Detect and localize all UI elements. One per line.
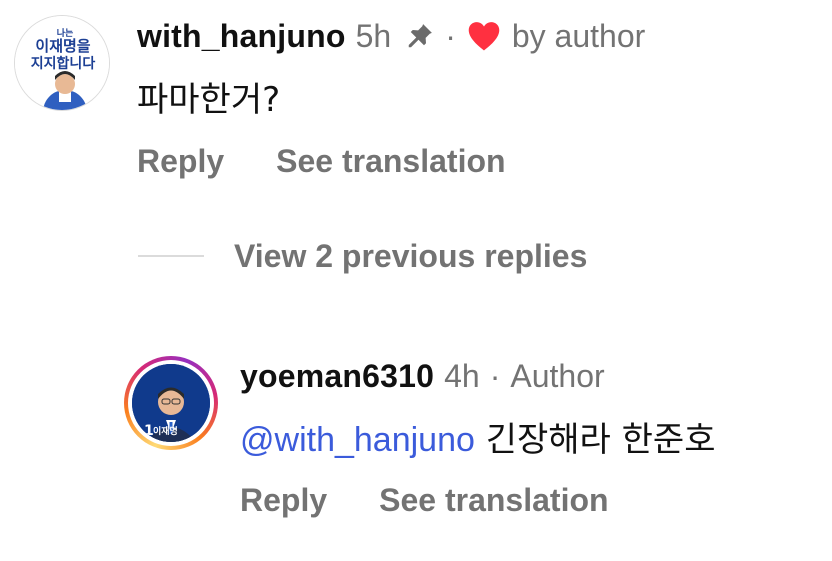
view-replies-label: View 2 previous replies [234,237,588,274]
avatar-badge-text: 이재명 [153,425,178,437]
commenter-avatar[interactable]: 나는 이재명을 지지합니다 [14,15,110,111]
reply-actions: Reply See translation [240,482,609,519]
comment-actions: Reply See translation [137,143,506,180]
avatar-line1-text: 이재명을 [35,37,90,55]
view-previous-replies-button[interactable]: View 2 previous replies [138,236,587,276]
reply-body-text: 긴장해라 한준호 [474,420,716,460]
comment-timestamp[interactable]: 5h [356,18,392,55]
see-translation-button[interactable]: See translation [276,143,505,180]
avatar-line2-text: 지지합니다 [31,55,96,72]
reply-timestamp[interactable]: 4h [444,358,480,395]
replies-divider-line [138,255,204,257]
comment-text: 파마한거? [137,80,281,120]
reply-username[interactable]: yoeman6310 [240,358,434,395]
reply-button[interactable]: Reply [137,143,224,180]
reply-header: yoeman6310 4h · Author [240,354,605,398]
liked-by-author-label: by author [511,17,646,54]
comment-username[interactable]: with_hanjuno [137,18,346,55]
see-translation-button[interactable]: See translation [379,482,608,519]
reply-text: @with_hanjuno 긴장해라 한준호 [240,412,715,461]
pin-icon [405,21,435,51]
reply-avatar: 1 이재명 [132,364,210,442]
heart-icon [466,20,502,52]
author-label: Author [510,357,605,394]
meta-separator: · [489,357,501,394]
comment-header: with_hanjuno 5h · by author [137,14,645,58]
reply-avatar-story-ring[interactable]: 1 이재명 [124,356,218,450]
mention-link[interactable]: @with_hanjuno [240,421,475,459]
meta-separator: · [445,17,456,54]
reply-button[interactable]: Reply [240,482,327,519]
reply-avatar-image: 1 이재명 [132,364,210,442]
avatar-image: 나는 이재명을 지지합니다 [15,16,109,110]
